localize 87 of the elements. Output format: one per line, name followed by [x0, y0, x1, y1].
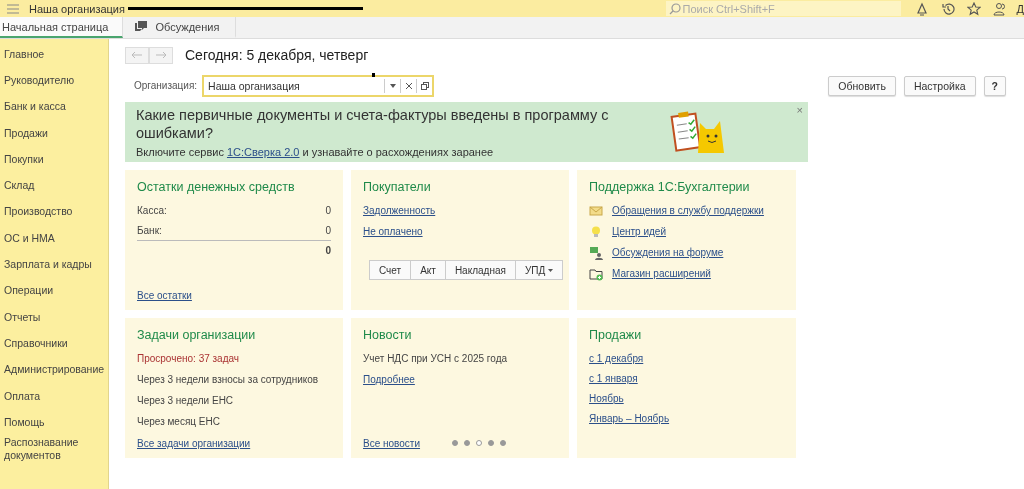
card-link[interactable]: Все задачи организации [137, 437, 251, 449]
document-button[interactable]: Накладная [444, 260, 516, 280]
card-link[interactable]: Ноябрь [589, 392, 624, 404]
pager-dot[interactable] [500, 440, 507, 446]
sidebar-item[interactable]: Оплата [0, 382, 108, 410]
folder-plus-icon [589, 266, 603, 281]
support-link[interactable]: Магазин расширений [612, 268, 711, 279]
card-title: Поддержка 1С:Бухгалтерии [589, 180, 751, 194]
card-link[interactable]: Все остатки [137, 289, 192, 301]
sidebar-item[interactable]: Склад [0, 172, 108, 199]
service-link[interactable]: 1С:Сверка 2.0 [226, 146, 300, 158]
user-initial[interactable]: Д [1016, 2, 1024, 15]
support-link[interactable]: Обращения в службу поддержки [612, 205, 764, 216]
card-title: Задачи организации [137, 328, 257, 342]
card-link[interactable]: с 1 января [589, 372, 638, 384]
sidebar-item[interactable]: Администрирование [0, 356, 108, 383]
sidebar-item[interactable]: Зарплата и кадры [0, 251, 108, 278]
pager-dot[interactable] [476, 440, 483, 446]
page-title: Сегодня: 5 декабря, четверг [185, 47, 369, 63]
cursor-mark [372, 72, 376, 77]
overdue-text: Просрочено: 37 задач [137, 352, 241, 366]
history-icon[interactable] [940, 1, 955, 16]
arrow-left-icon [131, 51, 143, 59]
forum-icon [589, 245, 603, 260]
card-link[interactable]: Задолженность [363, 205, 436, 216]
balance-label: Касса: [137, 204, 167, 216]
balance-label: Банк: [137, 224, 162, 236]
card-link[interactable]: Не оплачено [363, 226, 423, 237]
pager-dot[interactable] [488, 440, 495, 446]
sidebar-item[interactable]: Продажи [0, 119, 108, 147]
close-button[interactable]: × [796, 104, 803, 116]
pager-dot[interactable] [464, 440, 471, 446]
balance-value: 0 [325, 204, 331, 216]
sidebar-item[interactable]: Распознавание документов [0, 435, 108, 462]
card-title: Новости [363, 328, 413, 342]
card-link[interactable]: Все новости [363, 437, 421, 449]
task-text: Через 3 недели ЕНС [137, 394, 235, 408]
sidebar-item[interactable]: Производство [0, 198, 108, 226]
sidebar-item[interactable]: Помощь [0, 409, 108, 436]
tab[interactable]: Начальная страница [0, 17, 124, 38]
lightbulb-icon [589, 224, 603, 239]
close-icon [405, 82, 412, 89]
support-link[interactable]: Обсуждения на форуме [612, 247, 724, 258]
sidebar-item[interactable]: Банк и касса [0, 93, 108, 120]
search-input[interactable]: Поиск Ctrl+Shift+F [665, 1, 901, 16]
card-link[interactable]: Подробнее [363, 374, 415, 385]
balance-value: 0 [325, 224, 331, 236]
sidebar-item[interactable]: Главное [0, 41, 108, 68]
card-link[interactable]: с 1 декабря [589, 352, 644, 364]
menu-icon [7, 3, 19, 14]
star-icon[interactable] [966, 1, 981, 16]
total-value: 0 [325, 244, 331, 256]
window-title: Наша организация [29, 2, 125, 15]
sidebar-item[interactable]: Отчеты [0, 303, 108, 331]
sidebar-item[interactable]: Покупки [0, 146, 108, 173]
task-text: Через 3 недели взносы за сотрудников [137, 373, 320, 387]
bell-icon[interactable] [914, 1, 929, 16]
document-button[interactable]: Счет [369, 260, 412, 280]
document-button[interactable]: Акт [410, 260, 446, 280]
sidebar-item[interactable]: ОС и НМА [0, 225, 108, 252]
arrow-right-icon [155, 51, 167, 59]
action-button[interactable]: Настройка [903, 75, 976, 96]
sidebar-item[interactable]: Руководителю [0, 67, 108, 94]
field-label: Организация: [134, 80, 198, 91]
chat-icon [135, 21, 148, 32]
caret-icon [389, 83, 396, 88]
card-link[interactable]: Январь – Ноябрь [589, 412, 670, 424]
task-text: Через месяц ЕНС [137, 415, 221, 429]
card-title: Остатки денежных средств [137, 180, 296, 194]
help-button[interactable]: ? [983, 75, 1006, 96]
document-button[interactable]: УПД [514, 260, 564, 280]
envelope-icon [589, 203, 603, 218]
card-title: Покупатели [363, 180, 432, 194]
banner-title: Какие первичные документы и счета-фактуры введены в программу с ошибками? [136, 106, 610, 142]
caret-icon [548, 268, 554, 272]
users-icon[interactable] [992, 1, 1007, 16]
sidebar-item[interactable]: Справочники [0, 330, 108, 357]
tab[interactable]: Обсуждения [123, 17, 237, 38]
windows-icon [420, 81, 429, 90]
banner-text: Включите сервис 1С:Сверка 2.0 и узнавайте о расхождениях заранее [136, 146, 495, 158]
support-link[interactable]: Центр идей [612, 226, 666, 237]
sidebar-item[interactable]: Операции [0, 277, 108, 304]
news-headline: Учет НДС при УСН с 2025 года [363, 352, 509, 366]
organization-field[interactable]: Наша организация [202, 74, 435, 97]
card-title: Продажи [589, 328, 643, 342]
action-button[interactable]: Обновить [828, 75, 896, 96]
pager-dot[interactable] [452, 440, 459, 446]
